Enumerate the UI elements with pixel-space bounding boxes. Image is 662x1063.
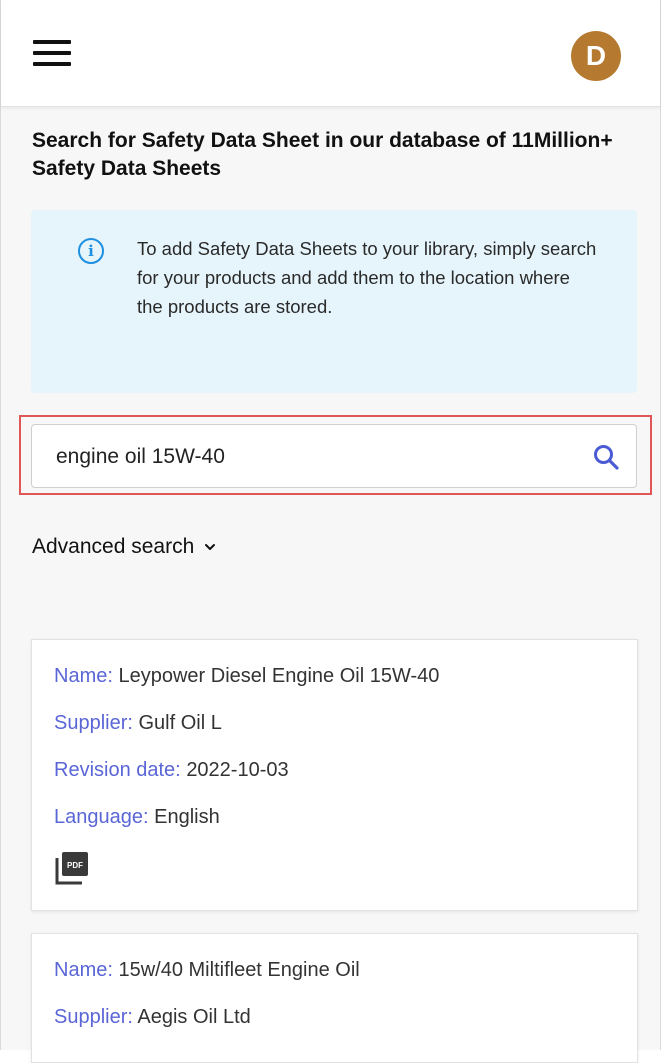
result-supplier: Gulf Oil L <box>138 712 222 734</box>
advanced-search-toggle[interactable]: Advanced search <box>32 535 216 559</box>
advanced-search-label: Advanced search <box>32 535 195 558</box>
result-language: English <box>154 806 220 828</box>
name-label: Name: <box>54 665 113 687</box>
name-label: Name: <box>54 959 113 981</box>
result-name: Leypower Diesel Engine Oil 15W-40 <box>118 665 440 687</box>
search-icon[interactable] <box>592 443 620 471</box>
info-text: To add Safety Data Sheets to your librar… <box>137 238 597 317</box>
result-supplier-row: Supplier: Gulf Oil L <box>54 712 222 735</box>
user-avatar[interactable]: D <box>571 31 621 81</box>
top-bar: D <box>1 0 660 107</box>
result-supplier-row: Supplier: Aegis Oil Ltd <box>54 1006 251 1029</box>
result-supplier: Aegis Oil Ltd <box>137 1006 251 1028</box>
chevron-down-icon <box>205 544 216 550</box>
result-name-row: Name: 15w/40 Miltifleet Engine Oil <box>54 959 360 982</box>
info-icon: i <box>78 238 104 264</box>
pdf-icon[interactable]: PDF <box>54 850 90 886</box>
result-card[interactable]: Name: Leypower Diesel Engine Oil 15W-40 … <box>31 639 638 911</box>
supplier-label: Supplier: <box>54 1006 133 1028</box>
result-card[interactable]: Name: 15w/40 Miltifleet Engine Oil Suppl… <box>31 933 638 1063</box>
search-input[interactable] <box>56 437 556 477</box>
hamburger-menu-icon[interactable] <box>33 40 71 68</box>
language-label: Language: <box>54 806 149 828</box>
info-banner: i To add Safety Data Sheets to your libr… <box>31 210 637 393</box>
supplier-label: Supplier: <box>54 712 133 734</box>
revision-label: Revision date: <box>54 759 181 781</box>
search-box <box>31 424 637 488</box>
result-language-row: Language: English <box>54 806 220 829</box>
pdf-icon-label: PDF <box>67 861 83 870</box>
result-revision-row: Revision date: 2022-10-03 <box>54 759 289 782</box>
page-title: Search for Safety Data Sheet in our data… <box>32 129 613 180</box>
result-revision-date: 2022-10-03 <box>186 759 289 781</box>
result-name: 15w/40 Miltifleet Engine Oil <box>118 959 360 981</box>
result-name-row: Name: Leypower Diesel Engine Oil 15W-40 <box>54 665 439 688</box>
